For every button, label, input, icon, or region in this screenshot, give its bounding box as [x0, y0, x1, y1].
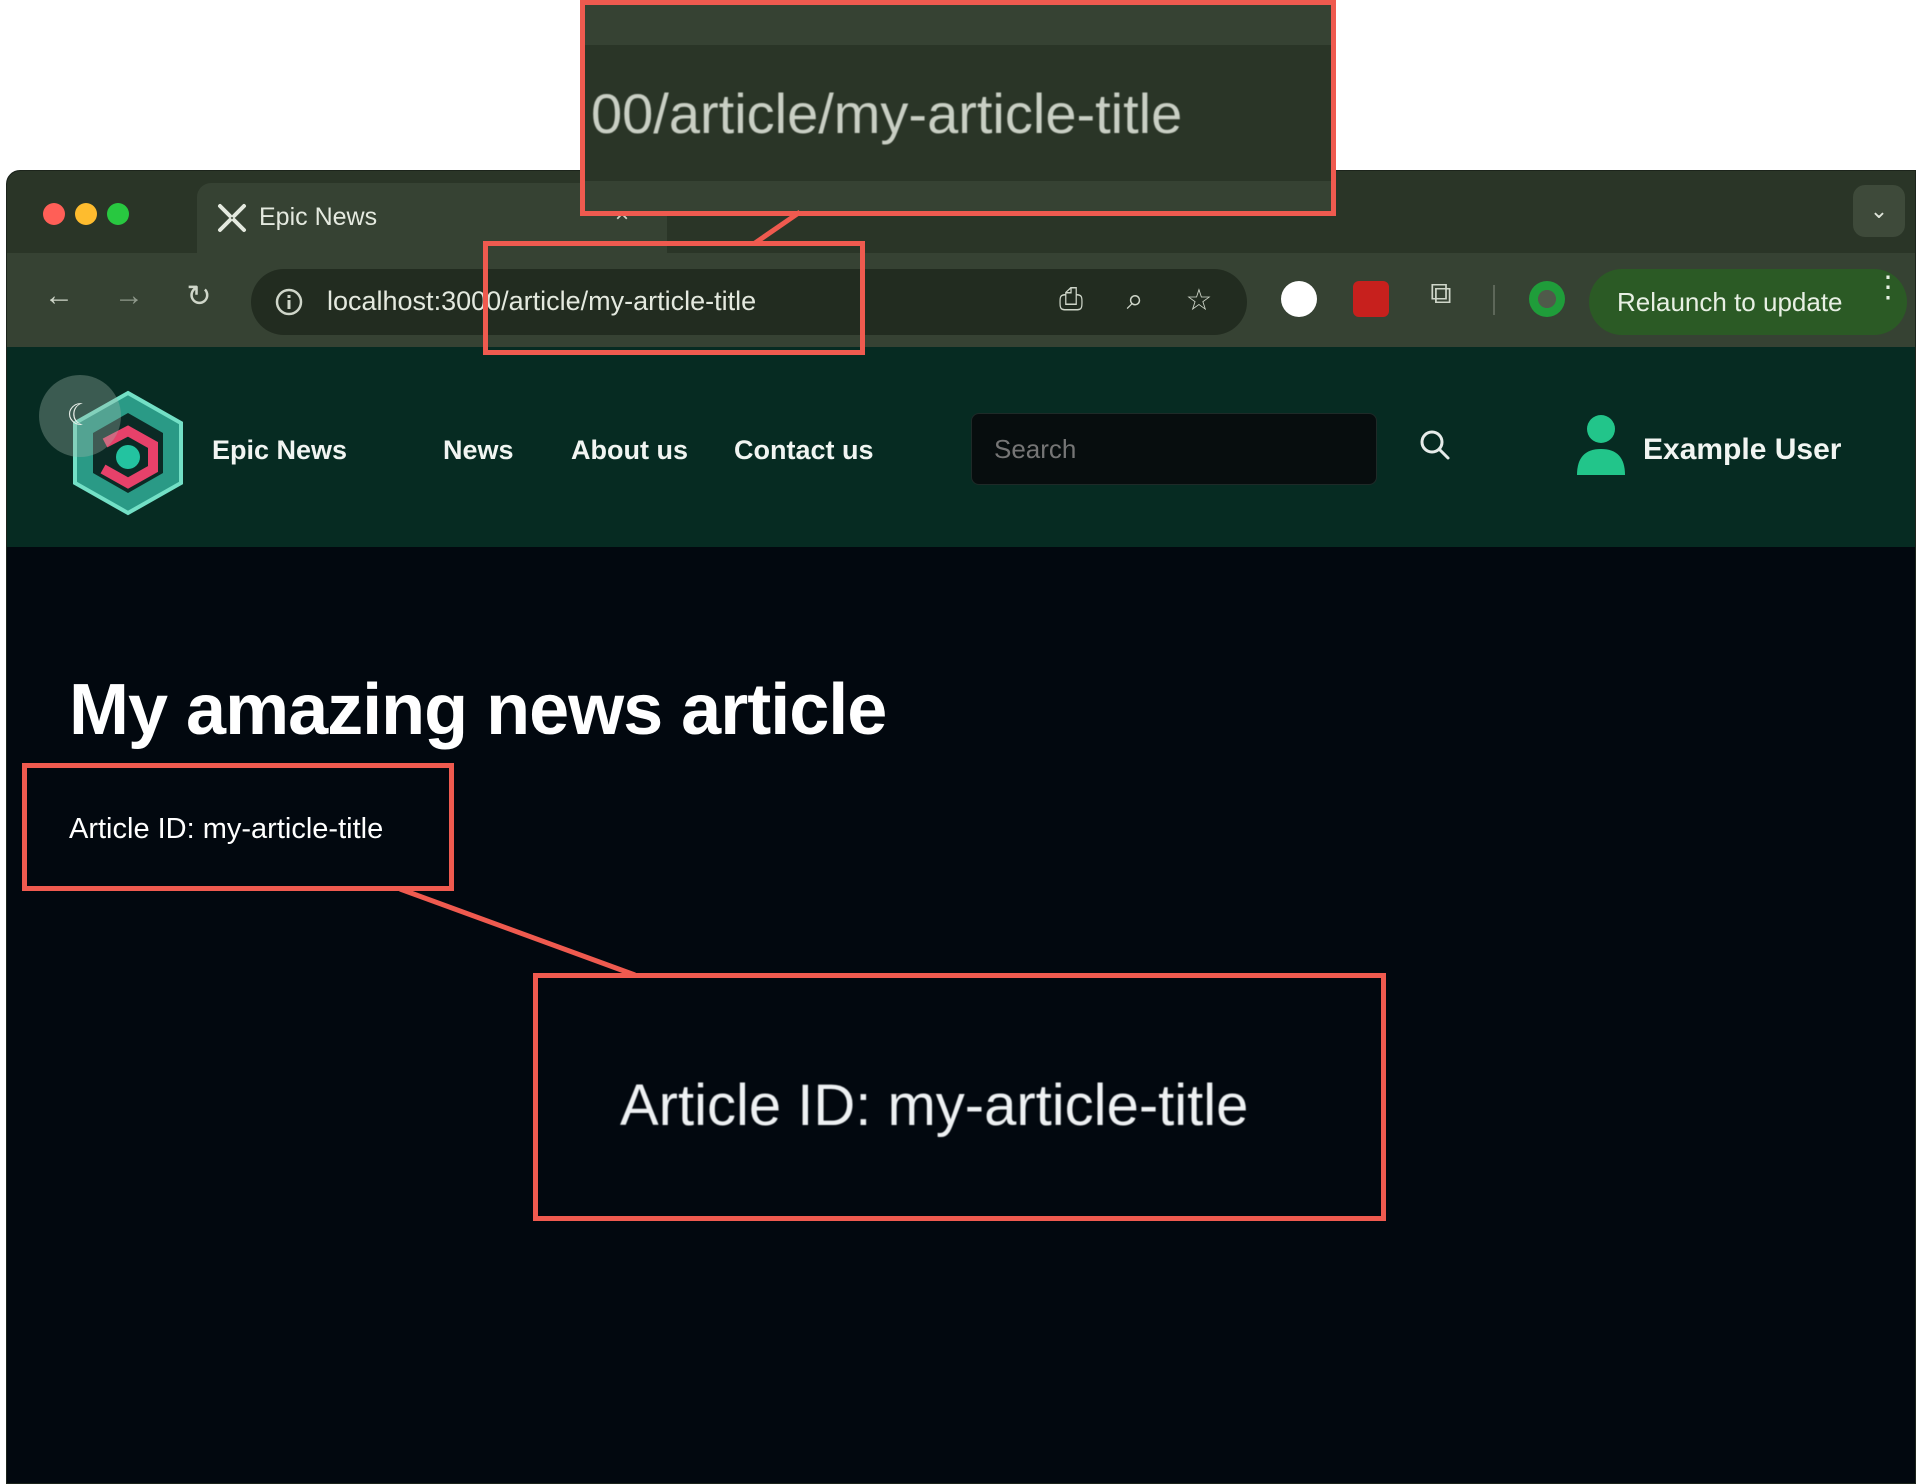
url-callout-connector	[753, 209, 802, 246]
callout-connectors	[399, 209, 802, 978]
article-id-callout-connector	[399, 886, 636, 978]
